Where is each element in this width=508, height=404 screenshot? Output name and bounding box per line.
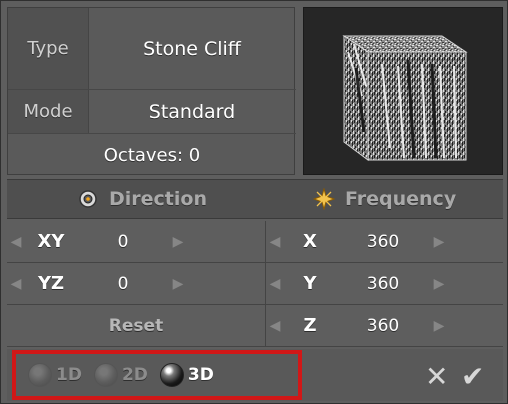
frequency-value[interactable]: 360	[336, 274, 430, 294]
left-arrow-icon[interactable]: ◀	[7, 234, 25, 250]
frequency-row[interactable]: ◀ Z 360 ▶	[265, 305, 503, 347]
frequency-label: Frequency	[345, 188, 457, 210]
right-arrow-icon[interactable]: ▶	[430, 276, 448, 292]
frequency-value[interactable]: 360	[336, 232, 430, 252]
texture-preview	[303, 7, 503, 175]
direction-icon	[79, 190, 97, 208]
frequency-axis: Y	[303, 273, 317, 294]
check-icon[interactable]: ✔	[461, 360, 484, 393]
direction-header: Direction	[77, 180, 207, 218]
top-settings: Type Stone Cliff Mode Standard Octaves: …	[7, 7, 503, 175]
cancel-icon[interactable]: ✕	[425, 360, 448, 393]
frequency-row[interactable]: ◀ Y 360 ▶	[265, 263, 503, 305]
direction-value[interactable]: 0	[77, 232, 169, 252]
frequency-header: Frequency	[313, 180, 456, 218]
left-arrow-icon[interactable]: ◀	[266, 234, 284, 250]
frequency-value[interactable]: 360	[336, 316, 430, 336]
left-arrow-icon[interactable]: ◀	[266, 318, 284, 334]
dimension-option-3d[interactable]: 3D	[159, 363, 214, 387]
dimension-option-1d[interactable]: 1D	[28, 363, 82, 387]
radio-on-icon[interactable]	[159, 363, 184, 387]
radio-off-icon[interactable]	[28, 363, 52, 387]
type-value[interactable]: Stone Cliff	[88, 8, 296, 89]
frequency-row[interactable]: ◀ X 360 ▶	[265, 221, 503, 263]
frequency-axis: X	[303, 231, 317, 252]
mode-label: Mode	[8, 90, 89, 133]
stone-cliff-preview-image	[342, 35, 468, 161]
section-header: Direction Frequency	[7, 179, 503, 219]
direction-row[interactable]: ◀ YZ 0 ▶	[7, 263, 265, 305]
value-grid: ◀ XY 0 ▶ ◀ YZ 0 ▶ Reset ◀ X 360 ▶ ◀ Y 36…	[7, 221, 503, 347]
direction-axis: YZ	[37, 273, 65, 294]
left-arrow-icon[interactable]: ◀	[7, 276, 25, 292]
octaves-row: Octaves: 0	[8, 134, 296, 176]
right-arrow-icon[interactable]: ▶	[169, 276, 187, 292]
radio-off-icon[interactable]	[93, 363, 118, 387]
right-arrow-icon[interactable]: ▶	[430, 234, 448, 250]
direction-row[interactable]: ◀ XY 0 ▶	[7, 221, 265, 263]
type-label: Type	[8, 8, 89, 89]
octaves-label: Octaves: 0	[103, 144, 201, 166]
dimension-label: 2D	[121, 365, 148, 385]
mode-row[interactable]: Mode Standard	[8, 90, 296, 134]
settings-panel: Type Stone Cliff Mode Standard Octaves: …	[7, 7, 296, 176]
direction-value[interactable]: 0	[77, 274, 169, 294]
direction-label: Direction	[109, 188, 207, 210]
right-arrow-icon[interactable]: ▶	[169, 234, 187, 250]
dimension-label: 1D	[56, 365, 82, 385]
direction-axis: XY	[37, 231, 65, 252]
frequency-icon	[313, 188, 335, 210]
dimension-option-2d[interactable]: 2D	[93, 363, 148, 387]
mode-value[interactable]: Standard	[88, 90, 296, 133]
dimension-label: 3D	[187, 365, 214, 385]
dimension-selector: 1D 2D 3D	[12, 350, 302, 400]
frequency-axis: Z	[303, 315, 317, 336]
right-arrow-icon[interactable]: ▶	[430, 318, 448, 334]
reset-button[interactable]: Reset	[7, 305, 265, 347]
left-arrow-icon[interactable]: ◀	[266, 276, 284, 292]
type-row[interactable]: Type Stone Cliff	[8, 8, 296, 90]
bottom-bar: 1D 2D 3D ✕ ✔	[7, 349, 503, 401]
texture-panel: Type Stone Cliff Mode Standard Octaves: …	[0, 0, 508, 404]
